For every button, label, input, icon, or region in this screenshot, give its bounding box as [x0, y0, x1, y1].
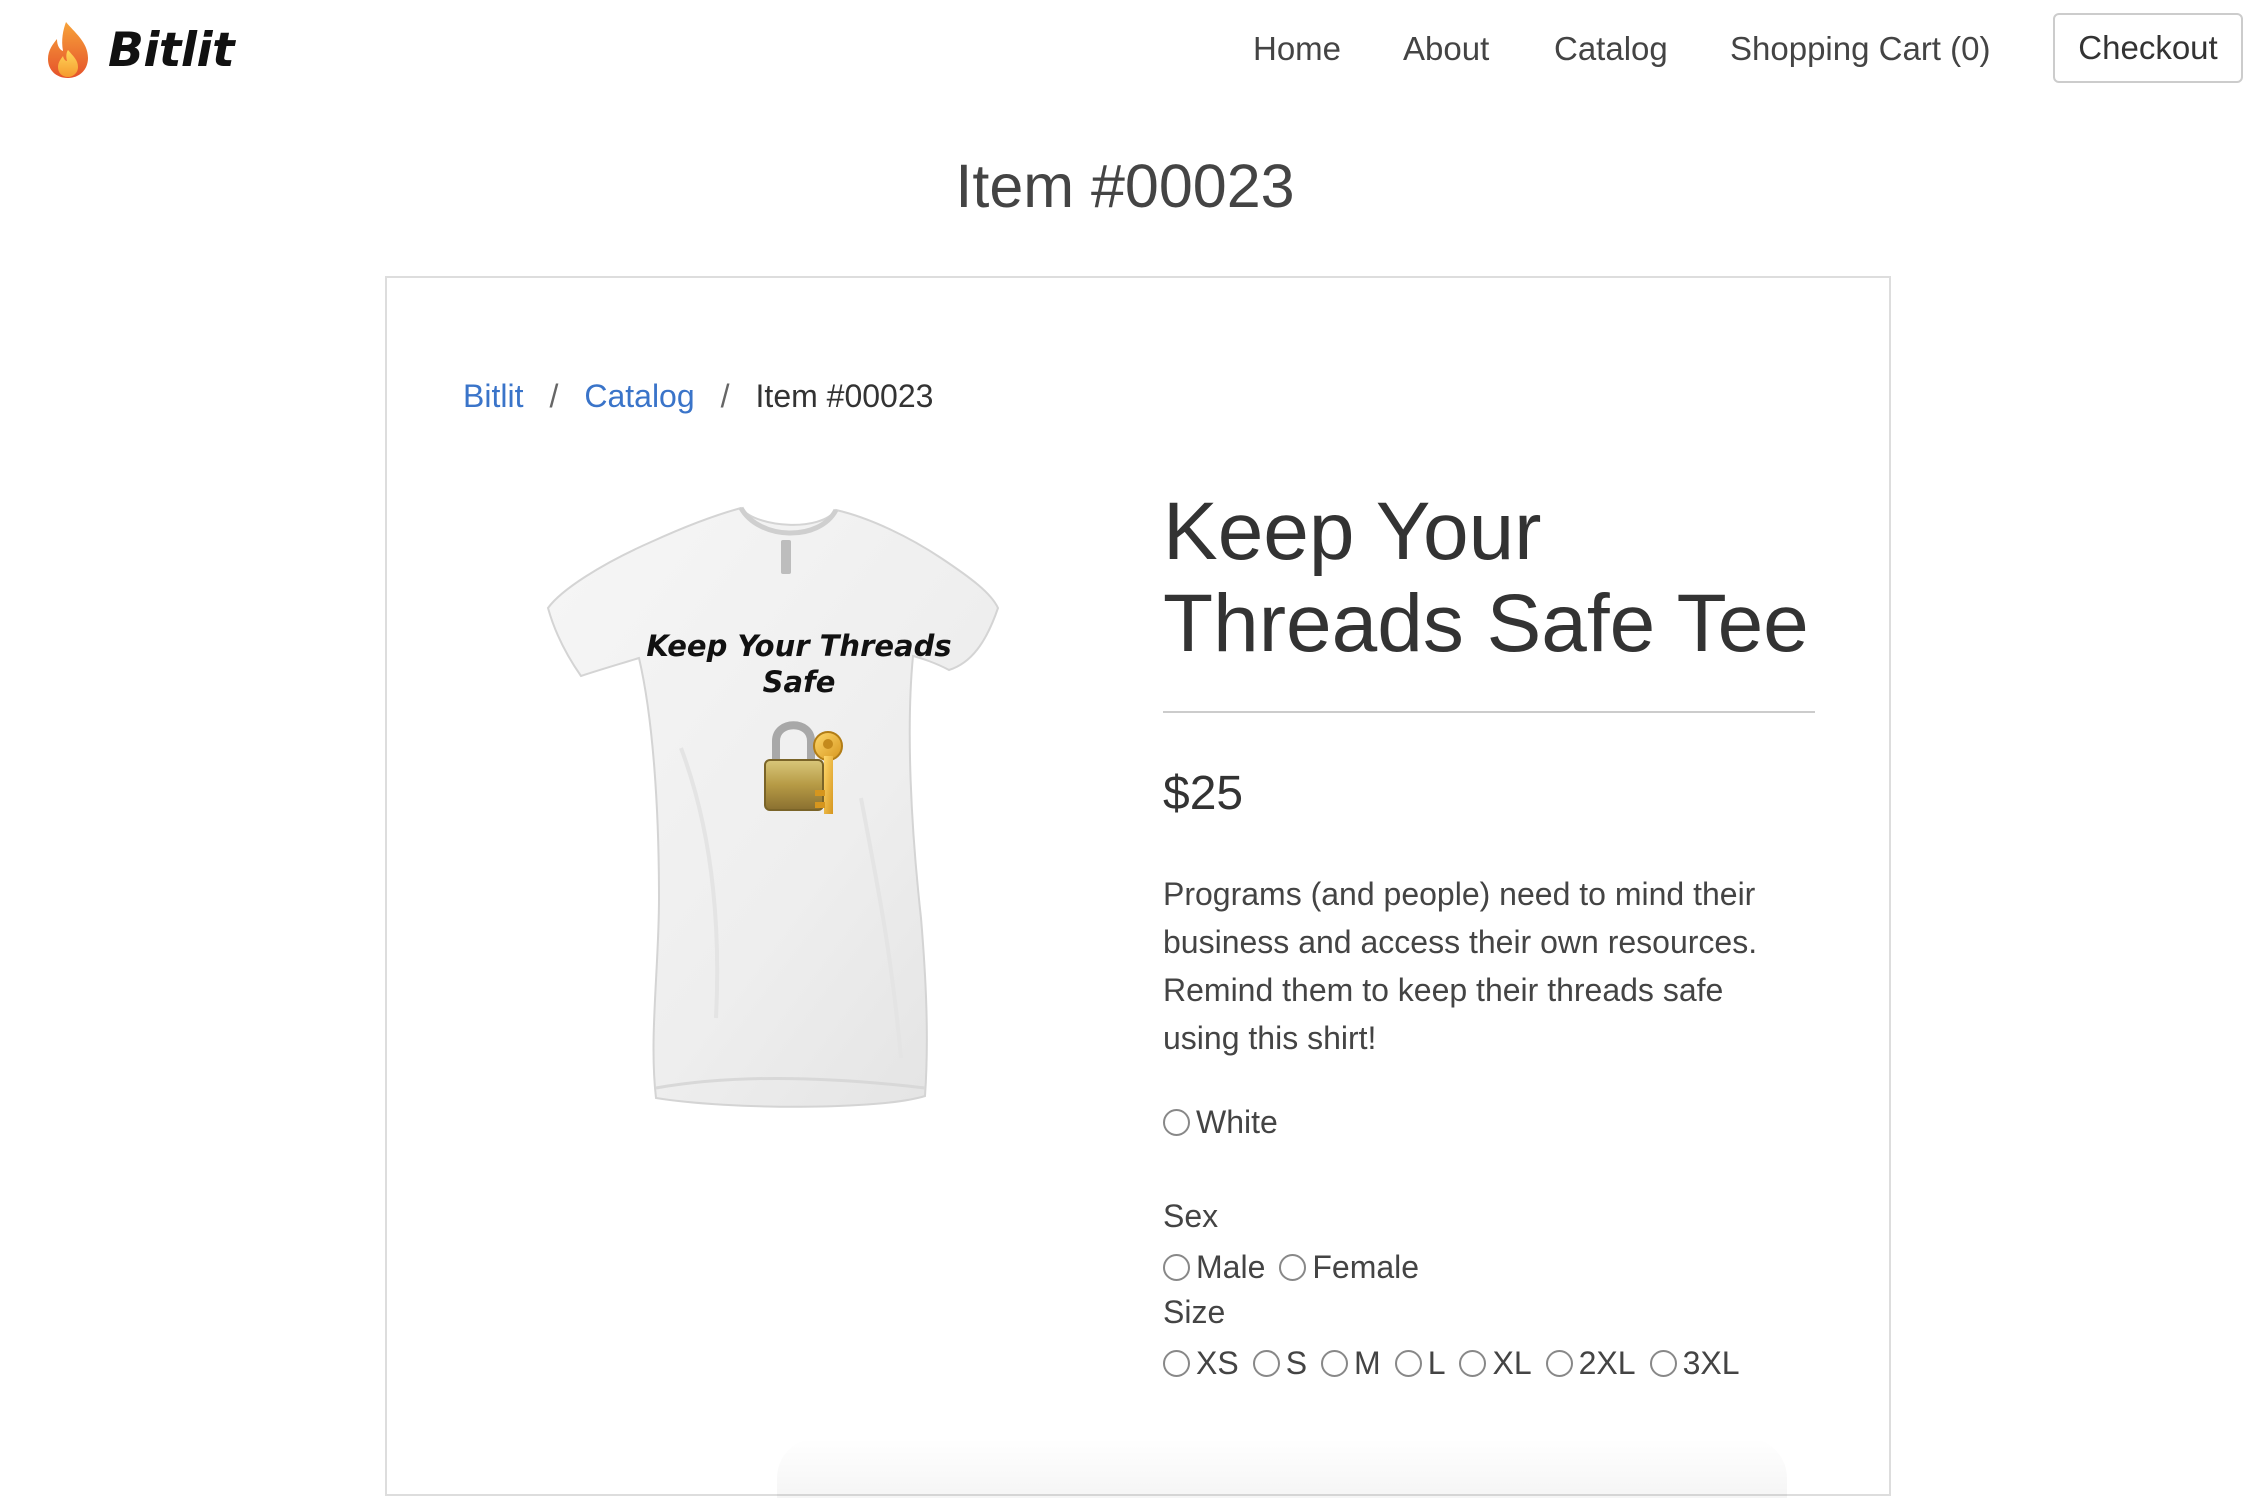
product-title-line1: Keep Your [1163, 486, 1542, 577]
brand-name: Bitlit [108, 22, 235, 78]
brand-logo[interactable]: Bitlit [44, 18, 235, 82]
sex-option-male[interactable]: Male [1163, 1247, 1265, 1287]
shirt-print-line1: Keep Your Threads [646, 629, 951, 663]
radio-button[interactable] [1321, 1349, 1349, 1377]
radio-button[interactable] [1163, 1349, 1190, 1377]
radio-button[interactable] [1163, 1108, 1190, 1136]
product-description: Programs (and people) need to mind their… [1163, 876, 1758, 1056]
breadcrumb-separator: / [720, 378, 730, 414]
page-title: Item #00023 [955, 152, 1295, 220]
size-option-xs[interactable]: XS [1163, 1343, 1239, 1383]
radio-button[interactable] [1252, 1349, 1280, 1377]
color-options: White [1163, 1102, 1292, 1142]
sex-options: Male Female [1163, 1247, 1433, 1287]
top-navbar: Bitlit Home About Catalog Shopping Cart … [0, 0, 2266, 100]
size-option-2xl[interactable]: 2XL [1545, 1343, 1636, 1383]
breadcrumb: Bitlit / Catalog / Item #00023 [463, 376, 933, 416]
shirt-print-line2: Safe [763, 665, 836, 699]
flame-icon [48, 22, 88, 78]
checkout-button[interactable]: Checkout [2053, 13, 2243, 83]
sex-label: Sex [1163, 1198, 1219, 1234]
nav-catalog-link[interactable]: Catalog [1554, 28, 1668, 70]
size-option-s[interactable]: S [1252, 1343, 1307, 1383]
product-price: $25 [1163, 767, 1244, 820]
breadcrumb-bitlit-link[interactable]: Bitlit [463, 376, 523, 416]
product-image: Keep Your Threads Safe [546, 506, 1000, 1108]
sex-option-female[interactable]: Female [1279, 1247, 1419, 1287]
product-card: Bitlit / Catalog / Item #00023 Keep Your… [385, 276, 1891, 1498]
size-label: Size [1163, 1294, 1226, 1330]
radio-button[interactable] [1279, 1253, 1307, 1281]
size-option-3xl[interactable]: 3XL [1649, 1343, 1740, 1383]
size-option-l[interactable]: L [1394, 1343, 1445, 1383]
nav-about-link[interactable]: About [1403, 28, 1489, 70]
radio-button[interactable] [1649, 1349, 1677, 1377]
radio-button[interactable] [1394, 1349, 1422, 1377]
nav-home-link[interactable]: Home [1253, 28, 1341, 70]
breadcrumb-current: Item #00023 [755, 378, 934, 414]
product-title: Keep Your Threads Safe Tee [1163, 486, 1883, 670]
radio-button[interactable] [1459, 1349, 1487, 1377]
product-title-line2: Threads Safe Tee [1163, 578, 1809, 669]
size-option-m[interactable]: M [1321, 1343, 1381, 1383]
color-option-white[interactable]: White [1163, 1102, 1278, 1142]
nav-shopping-cart-link[interactable]: Shopping Cart (0) [1730, 28, 1990, 70]
radio-button[interactable] [1545, 1349, 1573, 1377]
size-option-xl[interactable]: XL [1459, 1343, 1532, 1383]
title-divider [1163, 711, 1815, 713]
size-options: XS S M L XL 2XL 3XL [1163, 1343, 1754, 1383]
scroll-shadow [777, 1438, 1787, 1498]
radio-button[interactable] [1163, 1253, 1190, 1281]
breadcrumb-catalog-link[interactable]: Catalog [584, 376, 694, 416]
breadcrumb-separator: / [549, 378, 559, 414]
